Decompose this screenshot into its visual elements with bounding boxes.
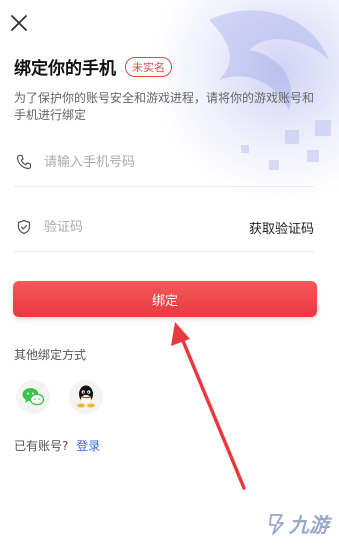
annotation-arrow-icon bbox=[171, 322, 246, 490]
